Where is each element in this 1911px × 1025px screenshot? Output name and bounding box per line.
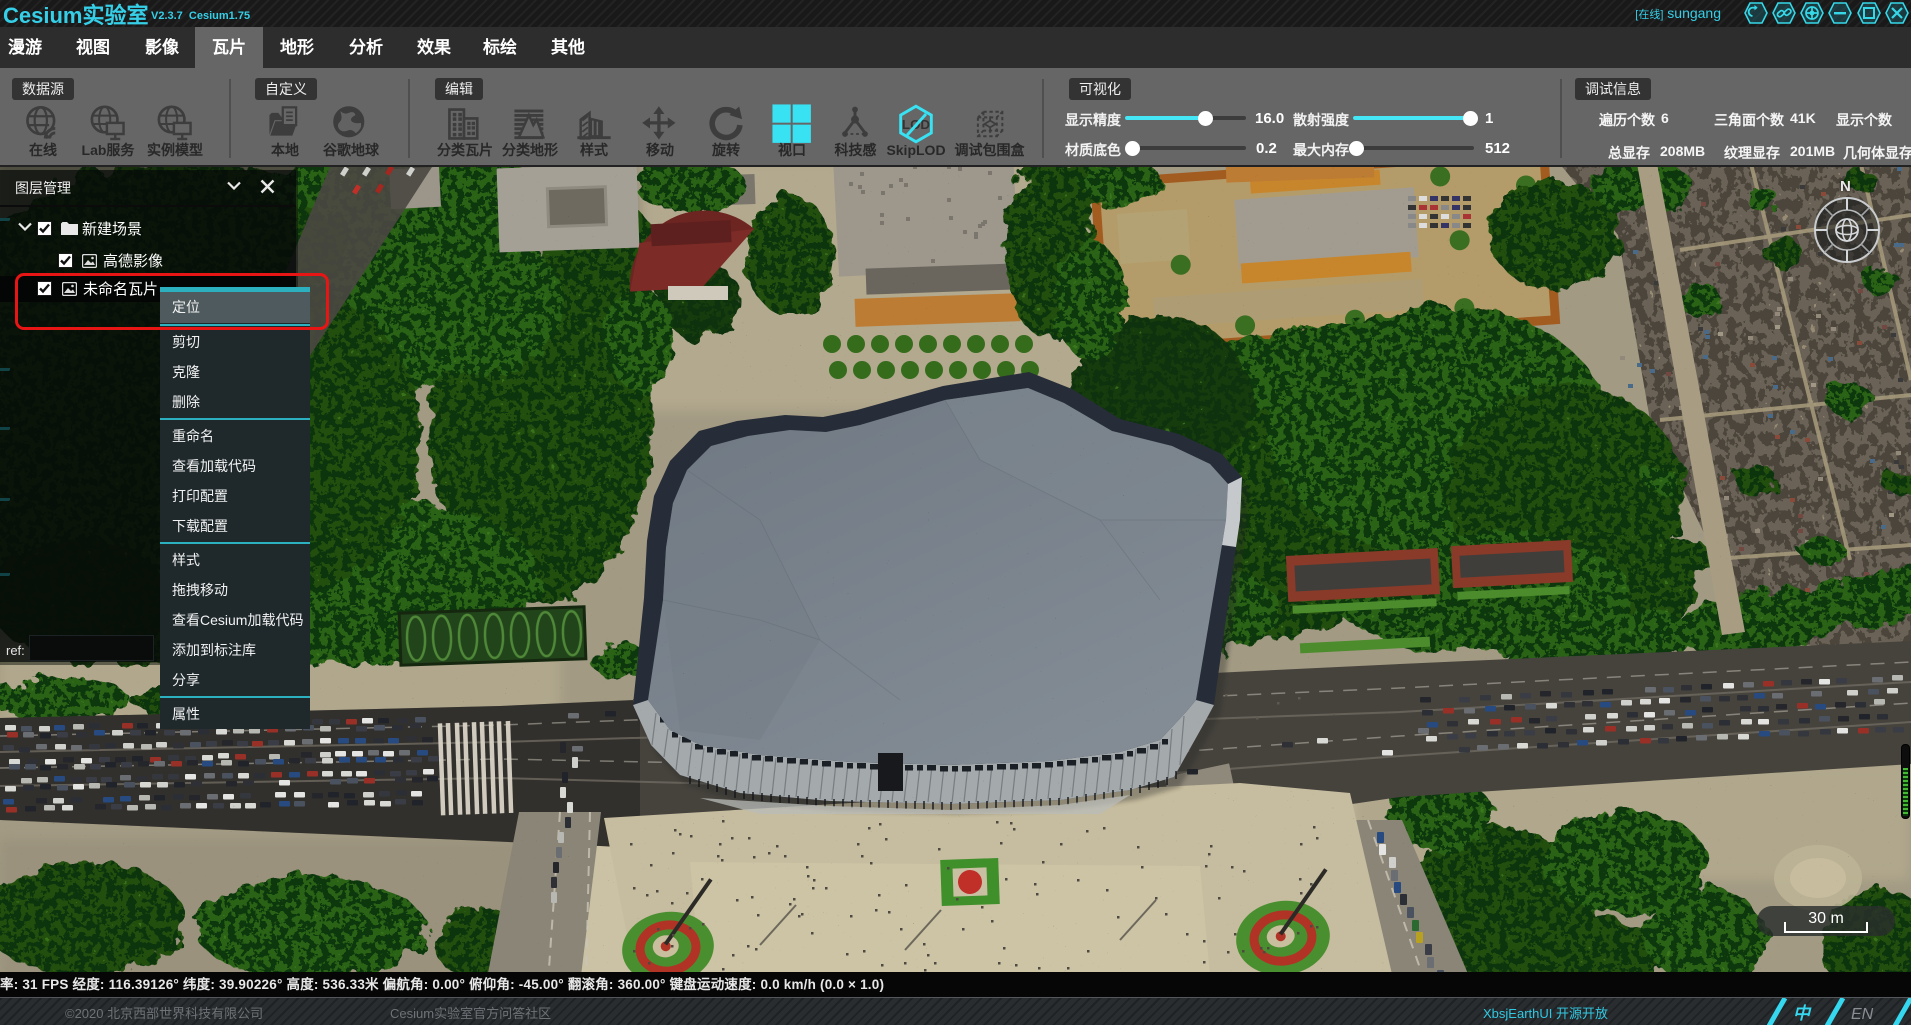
svg-text:中: 中	[1793, 1004, 1812, 1023]
svg-text:EN: EN	[1851, 1006, 1874, 1023]
